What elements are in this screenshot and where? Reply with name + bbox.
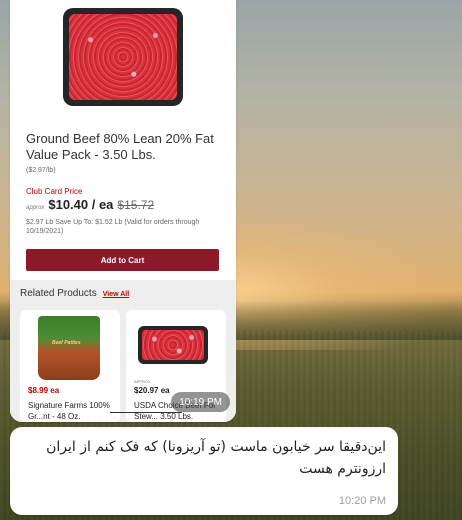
add-to-cart-button[interactable]: Add to Cart xyxy=(26,249,219,271)
view-all-link[interactable]: View All xyxy=(103,291,129,298)
current-price: $10.40 / ea xyxy=(48,197,114,212)
related-product-price: $20.97 ea xyxy=(134,386,170,395)
stew-beef-texture xyxy=(142,330,204,360)
unit-price: ($2.97/lb) xyxy=(26,167,56,174)
related-product-approx: APPROX xyxy=(134,379,151,384)
related-products-header: Related Products View All xyxy=(20,288,129,299)
price-row: approx $10.40 / ea $15.72 xyxy=(26,197,154,212)
message-timestamp: 10:20 PM xyxy=(338,495,386,507)
related-products-title: Related Products xyxy=(20,288,97,299)
savings-text: $2.97 Lb Save Up To: $1.52 Lb (Valid for… xyxy=(26,219,200,235)
message-text: این‌دقیقا سر خیابون ماست (تو آریزونا) که… xyxy=(46,439,386,477)
stew-beef-product-image xyxy=(138,326,208,364)
related-product-price: $8.99 ea xyxy=(28,386,60,395)
approx-label: approx xyxy=(26,205,45,211)
text-message-bubble[interactable]: این‌دقیقا سر خیابون ماست (تو آریزونا) که… xyxy=(10,427,398,515)
bag-label: Beef Patties xyxy=(52,340,81,346)
related-product-name: Signature Farms 100% Gr...nt - 48 Oz. xyxy=(28,401,110,421)
screenshot-message-bubble[interactable]: Ground Beef 80% Lean 20% Fat Value Pack … xyxy=(10,0,236,422)
beef-patties-bag-image: Beef Patties xyxy=(38,316,100,380)
scrub-indicator-line xyxy=(110,412,182,413)
related-products-section: Related Products View All Beef Patties $… xyxy=(10,280,236,422)
ground-beef-product-image xyxy=(63,8,183,106)
product-title: Ground Beef 80% Lean 20% Fat Value Pack … xyxy=(26,131,214,162)
related-product-card[interactable]: Beef Patties $8.99 ea Signature Farms 10… xyxy=(20,310,120,422)
club-card-price-label: Club Card Price xyxy=(26,187,83,196)
ground-beef-texture xyxy=(69,14,177,100)
original-price: $15.72 xyxy=(117,198,155,212)
message-timestamp: 10:19 PM xyxy=(171,392,230,412)
